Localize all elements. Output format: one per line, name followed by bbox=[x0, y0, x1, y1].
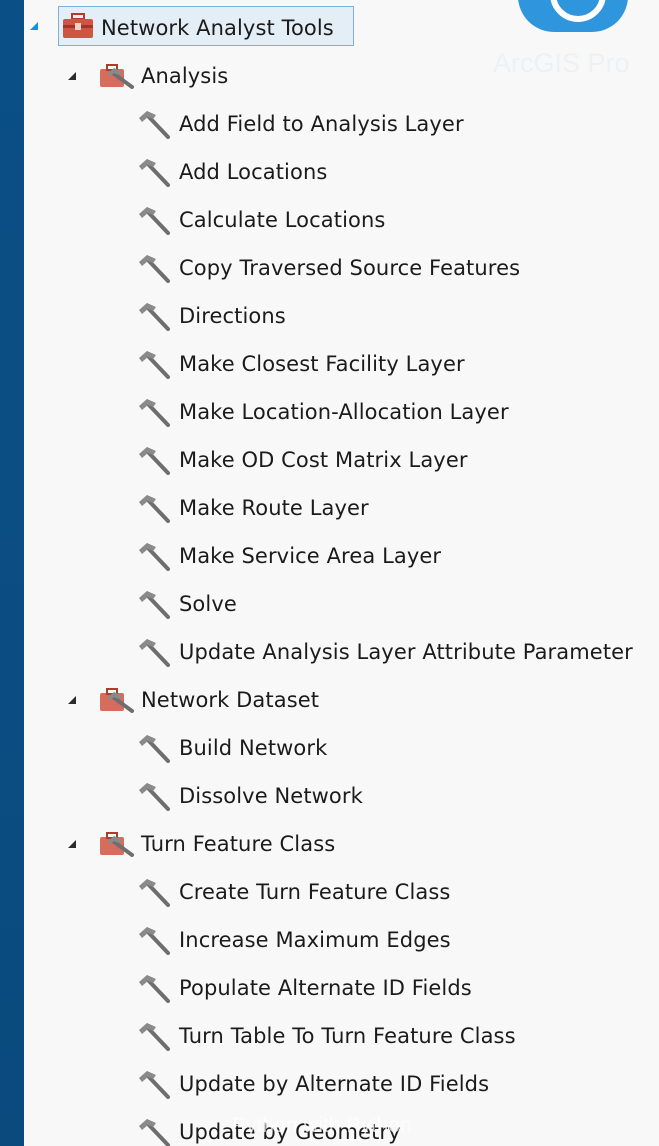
toolset-icon bbox=[100, 688, 134, 713]
tree-tool-label: Create Turn Feature Class bbox=[179, 880, 451, 904]
watermark-text: Python with Python bbox=[232, 1114, 412, 1137]
tree-tool-label: Build Network bbox=[179, 736, 328, 760]
tree-tool-label: Update by Alternate ID Fields bbox=[179, 1072, 490, 1096]
root-expand-triangle[interactable] bbox=[30, 22, 38, 30]
tree-group-item[interactable]: Analysis bbox=[141, 52, 228, 100]
tree-group-item[interactable]: Network Dataset bbox=[141, 676, 319, 724]
tree-tool-item[interactable]: Add Locations bbox=[179, 148, 327, 196]
tree-tool-label: Turn Table To Turn Feature Class bbox=[179, 1024, 516, 1048]
tool-hammer-icon bbox=[139, 1071, 170, 1099]
tool-hammer-icon bbox=[139, 783, 170, 811]
tree-tool-item[interactable]: Calculate Locations bbox=[179, 196, 385, 244]
tool-hammer-icon bbox=[139, 591, 170, 619]
catalog-tree-panel: Network Analyst Tools Analysis Add Field… bbox=[24, 0, 659, 1146]
tool-hammer-icon bbox=[139, 303, 170, 331]
tree-tool-item[interactable]: Make Route Layer bbox=[179, 484, 369, 532]
tree-tool-item[interactable]: Directions bbox=[179, 292, 286, 340]
tool-hammer-icon bbox=[139, 255, 170, 283]
tree-tool-label: Add Field to Analysis Layer bbox=[179, 112, 464, 136]
tree-tool-item[interactable]: Build Network bbox=[179, 724, 327, 772]
tree-tool-item[interactable]: Update Analysis Layer Attribute Paramete… bbox=[179, 628, 633, 676]
tree-tool-item[interactable]: Solve bbox=[179, 580, 237, 628]
toolset-icon bbox=[100, 832, 134, 857]
tool-hammer-icon bbox=[139, 111, 170, 139]
tree-group-item[interactable]: Turn Feature Class bbox=[141, 820, 335, 868]
tree-root-label: Network Analyst Tools bbox=[101, 16, 334, 40]
tree-tool-item[interactable]: Turn Table To Turn Feature Class bbox=[179, 1012, 516, 1060]
tree-tool-item[interactable]: Populate Alternate ID Fields bbox=[179, 964, 472, 1012]
tree-tool-label: Directions bbox=[179, 304, 286, 328]
toolset-icon bbox=[100, 64, 134, 89]
tree-tool-label: Make OD Cost Matrix Layer bbox=[179, 448, 468, 472]
tree-tool-label: Solve bbox=[179, 592, 237, 616]
tree-tool-item[interactable]: Make Location-Allocation Layer bbox=[179, 388, 509, 436]
tree-tool-label: Populate Alternate ID Fields bbox=[179, 976, 472, 1000]
tool-hammer-icon bbox=[139, 879, 170, 907]
tree-group-label: Analysis bbox=[141, 64, 229, 88]
tool-hammer-icon bbox=[139, 207, 170, 235]
tree-tool-label: Copy Traversed Source Features bbox=[179, 256, 521, 280]
tree-tool-label: Add Locations bbox=[179, 160, 328, 184]
tree-tool-label: Make Service Area Layer bbox=[179, 544, 442, 568]
tree-group-label: Network Dataset bbox=[141, 688, 320, 712]
tree-tool-label: Calculate Locations bbox=[179, 208, 386, 232]
tree-tool-label: Increase Maximum Edges bbox=[179, 928, 451, 952]
toolbox-icon bbox=[63, 13, 93, 38]
tree-tool-label: Make Closest Facility Layer bbox=[179, 352, 465, 376]
tree-group-label: Turn Feature Class bbox=[141, 832, 336, 856]
tree-tool-label: Make Route Layer bbox=[179, 496, 369, 520]
tree-tool-item[interactable]: Copy Traversed Source Features bbox=[179, 244, 520, 292]
tree-tool-label: Update Analysis Layer Attribute Paramete… bbox=[179, 640, 633, 664]
arcgis-product-name: ArcGIS Pro bbox=[493, 48, 630, 78]
tool-hammer-icon bbox=[139, 495, 170, 523]
tool-hammer-icon bbox=[139, 159, 170, 187]
group-expand-triangle[interactable] bbox=[68, 840, 76, 848]
group-expand-triangle[interactable] bbox=[68, 696, 76, 704]
tree-tool-item[interactable]: Add Field to Analysis Layer bbox=[179, 100, 464, 148]
tree-tool-item[interactable]: Increase Maximum Edges bbox=[179, 916, 451, 964]
tree-tool-item[interactable]: Make OD Cost Matrix Layer bbox=[179, 436, 468, 484]
tree-tool-label: Dissolve Network bbox=[179, 784, 363, 808]
tool-hammer-icon bbox=[139, 639, 170, 667]
tree-tool-item[interactable]: Create Turn Feature Class bbox=[179, 868, 450, 916]
tool-hammer-icon bbox=[139, 447, 170, 475]
tree-tool-item[interactable]: Update by Alternate ID Fields bbox=[179, 1060, 489, 1108]
tree-tool-item[interactable]: Make Closest Facility Layer bbox=[179, 340, 465, 388]
tool-hammer-icon bbox=[139, 927, 170, 955]
tool-hammer-icon bbox=[139, 1119, 170, 1146]
tool-hammer-icon bbox=[139, 351, 170, 379]
tool-hammer-icon bbox=[139, 1023, 170, 1051]
tool-hammer-icon bbox=[139, 975, 170, 1003]
tree-tool-item[interactable]: Make Service Area Layer bbox=[179, 532, 441, 580]
tool-hammer-icon bbox=[139, 543, 170, 571]
tree-tool-label: Make Location-Allocation Layer bbox=[179, 400, 509, 424]
group-expand-triangle[interactable] bbox=[68, 72, 76, 80]
tool-hammer-icon bbox=[139, 399, 170, 427]
tree-root-item[interactable]: Network Analyst Tools bbox=[101, 4, 334, 52]
tree-tool-item[interactable]: Dissolve Network bbox=[179, 772, 363, 820]
tool-hammer-icon bbox=[139, 735, 170, 763]
